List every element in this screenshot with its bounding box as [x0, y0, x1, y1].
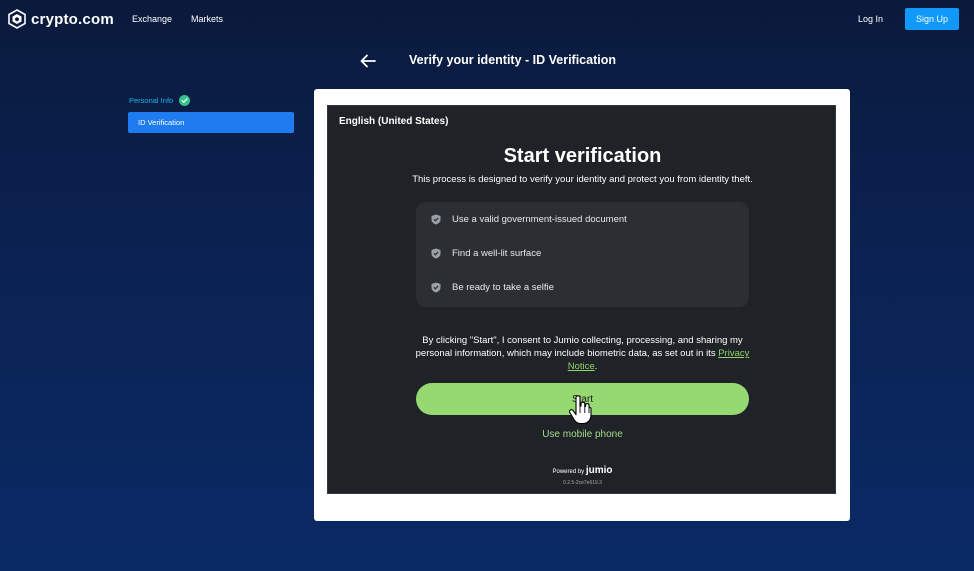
top-navigation-bar: crypto.com Exchange Markets Log In Sign … [0, 0, 974, 38]
hand-pointer-cursor-icon [568, 395, 592, 425]
page-title: Verify your identity - ID Verification [409, 53, 616, 67]
signup-button[interactable]: Sign Up [905, 8, 959, 30]
use-mobile-phone-link[interactable]: Use mobile phone [328, 429, 837, 440]
consent-suffix: . [594, 361, 598, 372]
language-selector[interactable]: English (United States) [339, 116, 448, 127]
list-item: Find a well-lit surface [431, 248, 541, 259]
list-item: Use a valid government-issued document [431, 214, 627, 225]
arrow-left-icon[interactable] [358, 51, 378, 71]
jumio-logo: jumio [585, 465, 613, 476]
list-item: Be ready to take a selfie [431, 282, 554, 293]
crypto-com-logo[interactable]: crypto.com [8, 9, 114, 29]
login-link[interactable]: Log In [858, 14, 883, 24]
shield-check-icon [431, 214, 441, 225]
powered-by-jumio: Powered by jumio [328, 465, 837, 476]
shield-check-icon [431, 248, 441, 259]
consent-prefix: By clicking "Start", I consent to Jumio … [415, 335, 743, 359]
requirements-checklist: Use a valid government-issued document F… [416, 202, 749, 307]
sidebar-step-personal-info[interactable]: Personal Info [129, 95, 191, 106]
crypto-com-logo-icon [8, 9, 26, 29]
checklist-text: Use a valid government-issued document [452, 214, 627, 225]
jumio-verification-panel: English (United States) Start verificati… [327, 105, 836, 494]
sidebar-step-id-verification[interactable]: ID Verification [128, 112, 294, 133]
check-circle-icon [179, 95, 191, 106]
sidebar-step-label: Personal Info [129, 96, 174, 105]
powered-by-label: Powered by [552, 469, 585, 475]
verification-subheading: This process is designed to verify your … [412, 174, 753, 185]
version-label: 0.2.5-2ce7e619.3 [563, 480, 602, 486]
consent-text: By clicking "Start", I consent to Jumio … [408, 334, 757, 373]
checklist-text: Be ready to take a selfie [452, 282, 554, 293]
verification-heading: Start verification [503, 145, 662, 167]
checklist-text: Find a well-lit surface [452, 248, 542, 259]
nav-exchange-link[interactable]: Exchange [132, 14, 172, 24]
nav-markets-link[interactable]: Markets [191, 14, 223, 24]
shield-check-icon [431, 282, 441, 293]
logo-text: crypto.com [31, 10, 114, 28]
